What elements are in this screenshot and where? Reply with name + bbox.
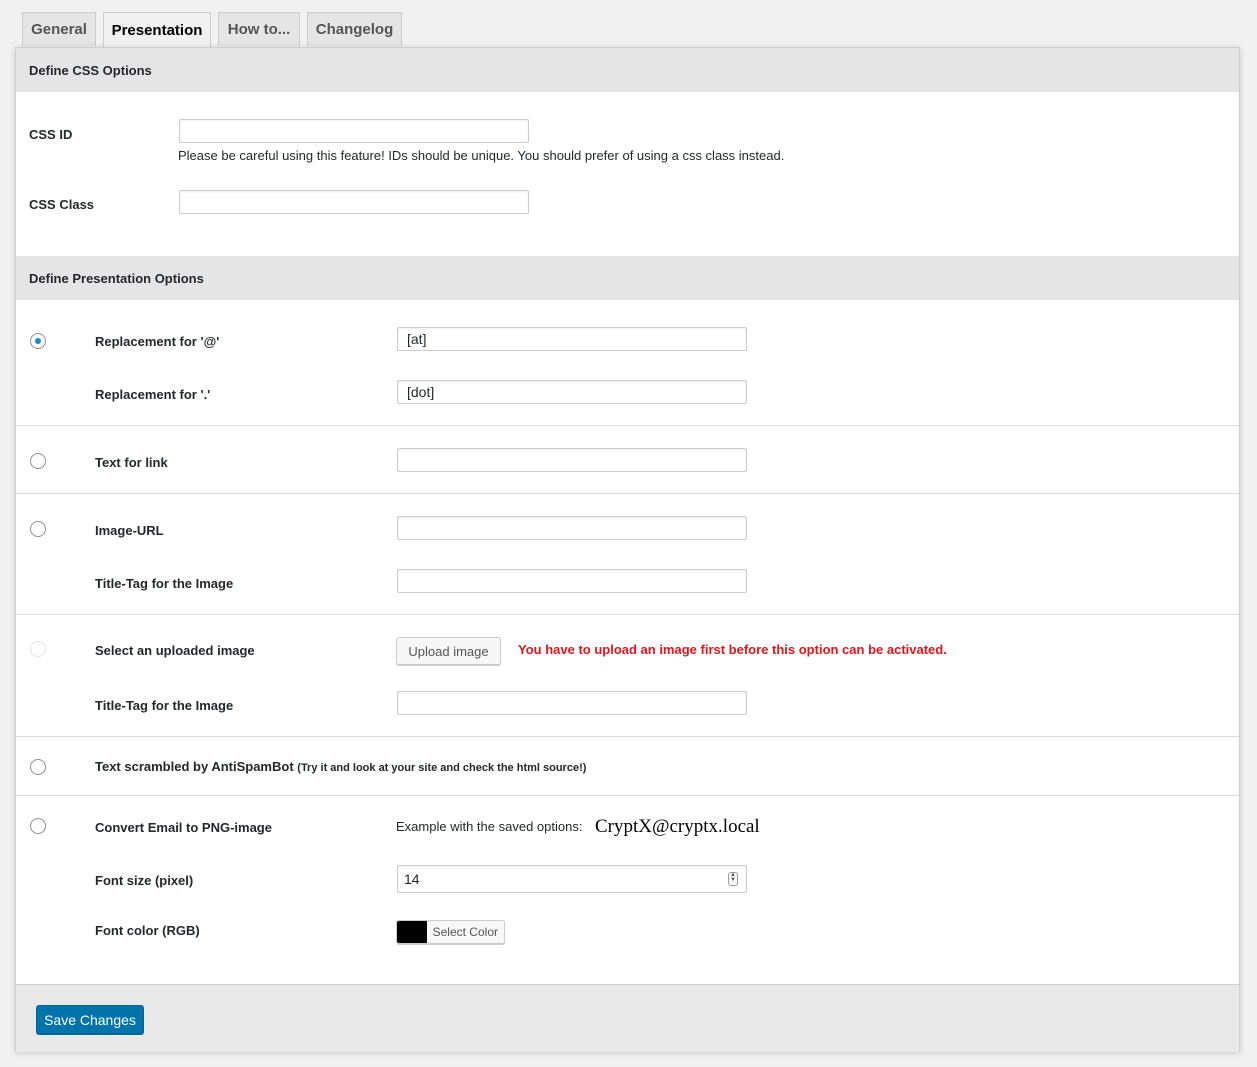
antispambot-radio[interactable]	[30, 759, 46, 775]
divider	[16, 614, 1239, 615]
text-for-link-label: Text for link	[95, 455, 168, 470]
replacement-at-label: Replacement for '@'	[95, 334, 220, 349]
divider	[16, 736, 1239, 737]
image-title-input[interactable]	[397, 569, 747, 593]
upload-warning: You have to upload an image first before…	[518, 642, 947, 657]
divider	[16, 795, 1239, 796]
divider	[16, 425, 1239, 426]
font-size-label: Font size (pixel)	[95, 873, 194, 888]
select-color-button[interactable]: Select Color	[396, 920, 505, 944]
form-footer: Save Changes	[16, 984, 1239, 1052]
color-swatch	[397, 921, 427, 943]
tab-changelog[interactable]: Changelog	[307, 12, 402, 46]
font-size-input[interactable]: 14 ▲ ▼	[397, 865, 747, 893]
spinner-icon[interactable]: ▲ ▼	[728, 872, 738, 886]
css-options-header: Define CSS Options	[16, 48, 1239, 92]
divider	[16, 493, 1239, 494]
uploaded-image-radio	[30, 641, 46, 657]
antispambot-label-row: Text scrambled by AntiSpamBot (Try it an…	[95, 759, 586, 774]
tab-presentation[interactable]: Presentation	[103, 12, 211, 48]
font-color-label: Font color (RGB)	[95, 923, 200, 938]
uploaded-image-label: Select an uploaded image	[95, 643, 255, 658]
presentation-options-header: Define Presentation Options	[16, 256, 1239, 300]
upload-image-button[interactable]: Upload image	[396, 637, 501, 665]
antispambot-hint: (Try it and look at your site and check …	[297, 762, 587, 774]
replacement-radio[interactable]	[30, 333, 46, 349]
text-for-link-radio[interactable]	[30, 453, 46, 469]
css-id-input[interactable]	[179, 119, 529, 143]
antispambot-label: Text scrambled by AntiSpamBot	[95, 759, 294, 774]
image-url-label: Image-URL	[95, 523, 164, 538]
png-label: Convert Email to PNG-image	[95, 820, 272, 835]
png-example-image: CryptX@cryptx.local	[595, 816, 760, 837]
image-title-label: Title-Tag for the Image	[95, 576, 234, 591]
image-url-input[interactable]	[397, 516, 747, 540]
tab-how-to[interactable]: How to...	[218, 12, 300, 46]
select-color-label: Select Color	[432, 925, 498, 939]
png-example-label: Example with the saved options:	[396, 819, 583, 834]
save-changes-button[interactable]: Save Changes	[36, 1005, 144, 1034]
png-radio[interactable]	[30, 818, 46, 834]
css-class-input[interactable]	[179, 190, 529, 214]
image-url-radio[interactable]	[30, 521, 46, 537]
tab-general[interactable]: General	[22, 12, 96, 46]
text-for-link-input[interactable]	[397, 448, 747, 472]
replacement-dot-input[interactable]	[397, 380, 747, 404]
font-size-value: 14	[404, 871, 420, 887]
uploaded-image-title-input[interactable]	[397, 691, 747, 715]
css-id-hint: Please be careful using this feature! ID…	[178, 148, 785, 163]
uploaded-image-title-label: Title-Tag for the Image	[95, 698, 234, 713]
replacement-dot-label: Replacement for '.'	[95, 387, 211, 402]
css-class-label: CSS Class	[29, 197, 95, 212]
settings-panel: Define CSS Options CSS ID Please be care…	[15, 47, 1240, 1052]
replacement-at-input[interactable]	[397, 327, 747, 351]
css-id-label: CSS ID	[29, 127, 73, 142]
